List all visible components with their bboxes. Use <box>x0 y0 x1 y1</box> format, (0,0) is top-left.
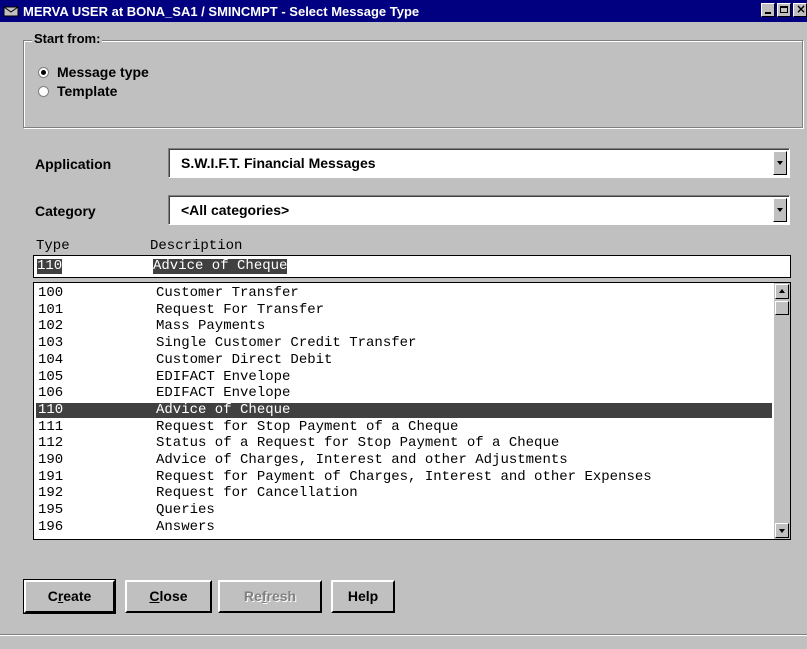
list-item[interactable]: 104 Customer Direct Debit <box>36 351 772 368</box>
list-item[interactable]: 101 Request For Transfer <box>36 301 772 318</box>
help-label: Help <box>347 588 379 604</box>
list-item[interactable]: 100 Customer Transfer <box>36 286 772 301</box>
list-scrollbar[interactable] <box>774 283 790 539</box>
maximize-button[interactable] <box>777 3 791 17</box>
create-label-post: eate <box>63 588 92 604</box>
list-item[interactable]: 102 Mass Payments <box>36 319 772 334</box>
close-window-button[interactable]: × <box>793 2 807 17</box>
list-item[interactable]: 105 EDIFACT Envelope <box>36 368 772 385</box>
list-item[interactable]: 110 Advice of Cheque <box>36 401 772 418</box>
window-controls: × <box>759 2 807 17</box>
list-item-type: 101 <box>38 301 64 318</box>
refresh-label-pre: Re <box>243 588 262 604</box>
application-value: S.W.I.F.T. Financial Messages <box>181 155 376 171</box>
list-item[interactable]: 111 Request for Stop Payment of a Cheque <box>36 418 772 435</box>
dropdown-arrow-icon[interactable] <box>773 151 787 175</box>
category-value: <All categories> <box>181 202 290 218</box>
list-item[interactable]: 112 Status of a Request for Stop Payment … <box>36 436 772 451</box>
column-header-type: Type <box>36 238 70 254</box>
selected-message-field[interactable]: 110 Advice of Cheque <box>33 255 791 278</box>
list-item-type: 111 <box>38 418 64 435</box>
create-button[interactable]: Create <box>23 579 116 614</box>
list-item-type: 106 <box>38 385 64 402</box>
close-icon: × <box>796 2 807 16</box>
close-label-post: lose <box>159 588 188 604</box>
list-item[interactable]: 103 Single Customer Credit Transfer <box>36 336 772 351</box>
radio-label: Message type <box>57 64 149 80</box>
list-item-description: Queries <box>156 502 215 519</box>
start-from-legend: Start from: <box>32 31 103 46</box>
list-item-description: Customer Transfer <box>156 285 299 301</box>
list-item[interactable]: 192 Request for Cancellation <box>36 486 772 501</box>
application-dropdown[interactable]: S.W.I.F.T. Financial Messages <box>168 148 790 178</box>
message-type-list[interactable]: 196 Answers 195 Queries 192 Request for Cance… <box>33 282 791 540</box>
help-button[interactable]: Help <box>331 580 395 613</box>
list-item-description: EDIFACT Envelope <box>156 368 291 385</box>
create-label-pre: C <box>47 588 58 604</box>
start-from-group <box>23 40 803 128</box>
list-item-type: 191 <box>38 468 64 485</box>
minimize-icon <box>765 12 771 14</box>
radio-label: Template <box>57 83 118 99</box>
list-item-description: Request For Transfer <box>156 301 325 318</box>
refresh-button[interactable]: Refresh <box>218 580 322 613</box>
list-item[interactable]: 191 Request for Payment of Charges, Inter… <box>36 468 772 485</box>
column-header-description: Description <box>150 238 243 254</box>
list-item-type: 100 <box>38 285 64 301</box>
list-item-description: EDIFACT Envelope <box>156 385 291 402</box>
list-item-description: Request for Stop Payment of a Cheque <box>156 418 459 435</box>
list-item[interactable]: 190 Advice of Charges, Interest and other… <box>36 453 772 468</box>
list-item-description: Answers <box>156 518 215 535</box>
close-button[interactable]: Close <box>125 580 212 613</box>
selected-type: 110 <box>37 258 63 274</box>
list-item-type: 192 <box>38 485 64 502</box>
close-label-mnemonic: C <box>149 588 160 604</box>
list-item-description: Customer Direct Debit <box>156 351 333 368</box>
title-bar: MERVA USER at BONA_SA1 / SMINCMPT - Sele… <box>0 0 807 22</box>
selected-description: Advice of Cheque <box>153 258 288 274</box>
list-item-type: 103 <box>38 335 64 352</box>
list-item-description: Status of a Request for Stop Payment of … <box>156 435 560 452</box>
list-item-description: Request for Payment of Charges, Interest… <box>156 468 652 485</box>
list-item-description: Advice of Cheque <box>156 401 291 418</box>
list-item-type: 196 <box>38 518 64 535</box>
list-item-description: Request for Cancellation <box>156 485 358 502</box>
radio-icon[interactable] <box>38 66 49 78</box>
list-item[interactable]: 106 EDIFACT Envelope <box>36 386 772 401</box>
application-label: Application <box>35 156 112 172</box>
list-item-type: 195 <box>38 502 64 519</box>
radio-icon[interactable] <box>38 85 49 97</box>
scroll-up-icon[interactable] <box>775 284 789 299</box>
scroll-down-icon[interactable] <box>775 523 789 538</box>
list-item[interactable]: 196 Answers <box>36 518 772 535</box>
list-item-type: 104 <box>38 351 64 368</box>
status-divider <box>0 634 807 635</box>
list-item-type: 190 <box>38 452 64 468</box>
list-item-description: Advice of Charges, Interest and other Ad… <box>156 452 568 468</box>
list-item-type: 110 <box>38 401 64 418</box>
envelope-icon[interactable] <box>3 4 19 18</box>
window-title: MERVA USER at BONA_SA1 / SMINCMPT - Sele… <box>23 3 420 19</box>
refresh-label-post: resh <box>266 588 297 604</box>
maximize-icon <box>780 6 788 13</box>
category-dropdown[interactable]: <All categories> <box>168 195 790 225</box>
list-item-type: 105 <box>38 368 64 385</box>
list-item-description: Single Customer Credit Transfer <box>156 335 417 352</box>
list-item-description: Mass Payments <box>156 318 266 335</box>
dropdown-arrow-icon[interactable] <box>773 198 787 222</box>
list-item-type: 102 <box>38 318 64 335</box>
list-item[interactable]: 195 Queries <box>36 503 772 518</box>
radio-template[interactable]: Template <box>38 83 117 99</box>
category-label: Category <box>35 203 96 219</box>
minimize-button[interactable] <box>761 3 775 17</box>
scroll-thumb[interactable] <box>775 301 789 315</box>
radio-message-type[interactable]: Message type <box>38 64 149 80</box>
list-item-type: 112 <box>38 435 64 452</box>
